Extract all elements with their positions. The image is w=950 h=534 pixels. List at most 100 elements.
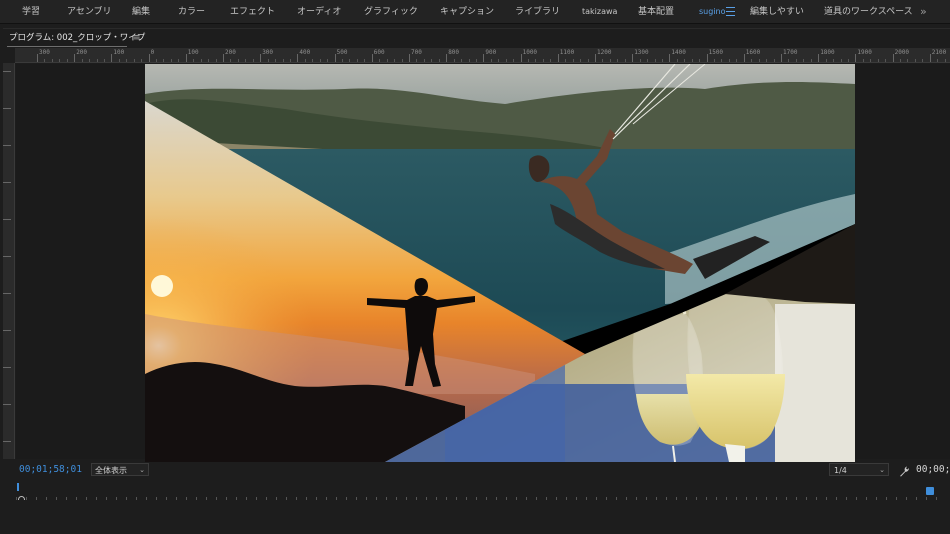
panel-title[interactable]: プログラム: 002_クロップ・ワイプ [3, 29, 145, 47]
ruler-minor-tick [356, 59, 358, 62]
ruler-tick [371, 54, 373, 62]
horizontal-ruler: 300 200 100 0 100 200 300 400 500 600 700 800 900 100… [15, 48, 950, 63]
ruler-minor-tick [401, 59, 403, 62]
ruler-minor-tick [349, 59, 351, 62]
composite-video-image [145, 64, 855, 462]
ruler-minor-tick [617, 59, 619, 62]
ruler-minor-tick [475, 59, 477, 62]
ruler-minor-tick [922, 59, 924, 62]
workspace-tab-sugino[interactable]: sugino [699, 0, 726, 24]
ruler-minor-tick [118, 59, 120, 62]
ruler-minor-tick [289, 59, 291, 62]
workspace-tab-learning[interactable]: 学習 [22, 0, 40, 24]
playback-resolution-label: 1/4 [834, 466, 847, 475]
ruler-tick [595, 54, 596, 62]
workspace-tab-assembly[interactable]: アセンブリ [67, 0, 112, 24]
workspace-tab-graphics[interactable]: グラフィック [364, 0, 418, 24]
ruler-label: 1800 [820, 49, 835, 56]
ruler-label: 300 [262, 49, 274, 56]
ruler-minor-tick [803, 59, 805, 62]
ruler-minor-tick [900, 59, 902, 62]
ruler-minor-tick [319, 59, 321, 62]
ruler-minor-tick [275, 59, 277, 62]
ruler-tick [781, 54, 782, 62]
workspace-tab-libraries[interactable]: ライブラリ [515, 0, 560, 24]
ruler-tick [3, 219, 11, 220]
ruler-label: 900 [485, 49, 497, 56]
workspace-tab-color[interactable]: カラー [178, 0, 205, 24]
workspace-tab-takizawa[interactable]: takizawa [582, 0, 617, 24]
double-chevron-icon[interactable]: » [920, 0, 927, 24]
ruler-minor-tick [572, 59, 574, 62]
workspace-tab-tools[interactable]: 道具のワークスペース [824, 0, 913, 24]
ruler-label: 1000 [522, 49, 538, 56]
ruler-label: 1700 [783, 49, 798, 56]
ruler-minor-tick [453, 59, 455, 62]
ruler-minor-tick [200, 59, 202, 62]
ruler-minor-tick [342, 59, 344, 62]
ruler-minor-tick [379, 59, 381, 62]
workspace-tab-captions[interactable]: キャプション [440, 0, 494, 24]
ruler-label: 1100 [559, 49, 575, 56]
ruler-tick [520, 54, 522, 62]
ruler-minor-tick [66, 59, 68, 62]
ruler-minor-tick [728, 59, 730, 62]
ruler-minor-tick [914, 59, 916, 62]
ruler-minor-tick [44, 59, 46, 62]
scrub-track[interactable] [16, 486, 943, 500]
ruler-minor-tick [833, 59, 835, 62]
ruler-minor-tick [699, 59, 701, 62]
ruler-minor-tick [252, 59, 254, 62]
playhead[interactable] [17, 483, 19, 491]
ruler-label: 700 [411, 49, 422, 56]
ruler-tick [669, 54, 671, 62]
ruler-minor-tick [461, 59, 463, 62]
ruler-label: 1200 [597, 49, 612, 56]
workspace-tab-audio[interactable]: オーディオ [297, 0, 341, 24]
ruler-minor-tick [51, 59, 53, 62]
ruler-tick [855, 54, 857, 62]
ruler-tick [3, 404, 11, 405]
ruler-minor-tick [684, 59, 686, 62]
ruler-tick [706, 54, 708, 62]
zoom-fit-select[interactable]: 全体表示 ⌄ [91, 463, 149, 476]
ruler-minor-tick [282, 59, 284, 62]
ruler-tick [3, 71, 11, 72]
ruler-minor-tick [602, 59, 604, 62]
ruler-minor-tick [267, 59, 269, 62]
current-timecode[interactable]: 00;01;58;01 [19, 464, 82, 475]
ruler-minor-tick [639, 59, 641, 62]
chevron-down-icon: ⌄ [139, 466, 145, 474]
ruler-minor-tick [245, 59, 247, 62]
ruler-label: 100 [113, 49, 125, 56]
workspace-tab-basic-layout[interactable]: 基本配置 [638, 0, 674, 24]
panel-menu-icon[interactable]: ≡ [133, 29, 141, 47]
ruler-minor-tick [580, 59, 582, 62]
hamburger-icon[interactable] [726, 7, 735, 16]
ruler-minor-tick [81, 59, 83, 62]
wrench-icon[interactable] [898, 463, 910, 477]
ruler-label: 2000 [894, 49, 910, 56]
viewer-area [16, 64, 950, 462]
ruler-minor-tick [193, 59, 195, 62]
video-frame[interactable] [145, 64, 855, 462]
playback-resolution-select[interactable]: 1/4 ⌄ [829, 463, 889, 476]
ruler-label: 500 [336, 49, 348, 56]
ruler-minor-tick [96, 59, 98, 62]
ruler-minor-tick [394, 59, 396, 62]
out-point-marker[interactable] [926, 487, 934, 495]
ruler-label: 200 [76, 49, 88, 56]
ruler-minor-tick [825, 59, 827, 62]
ruler-tick [334, 54, 336, 62]
ruler-minor-tick [498, 59, 500, 62]
ruler-minor-tick [156, 59, 158, 62]
ruler-minor-tick [847, 59, 849, 62]
program-monitor-panel: プログラム: 002_クロップ・ワイプ ≡ 300 200 100 0 100 200 30… [3, 28, 950, 534]
workspace-tab-easy-edit[interactable]: 編集しやすい [750, 0, 804, 24]
ruler-tick [3, 108, 11, 109]
ruler-minor-tick [647, 59, 649, 62]
workspace-tab-effects[interactable]: エフェクト [230, 0, 275, 24]
ruler-tick [409, 54, 410, 62]
workspace-tab-editing[interactable]: 編集 [132, 0, 150, 24]
ruler-minor-tick [609, 59, 611, 62]
